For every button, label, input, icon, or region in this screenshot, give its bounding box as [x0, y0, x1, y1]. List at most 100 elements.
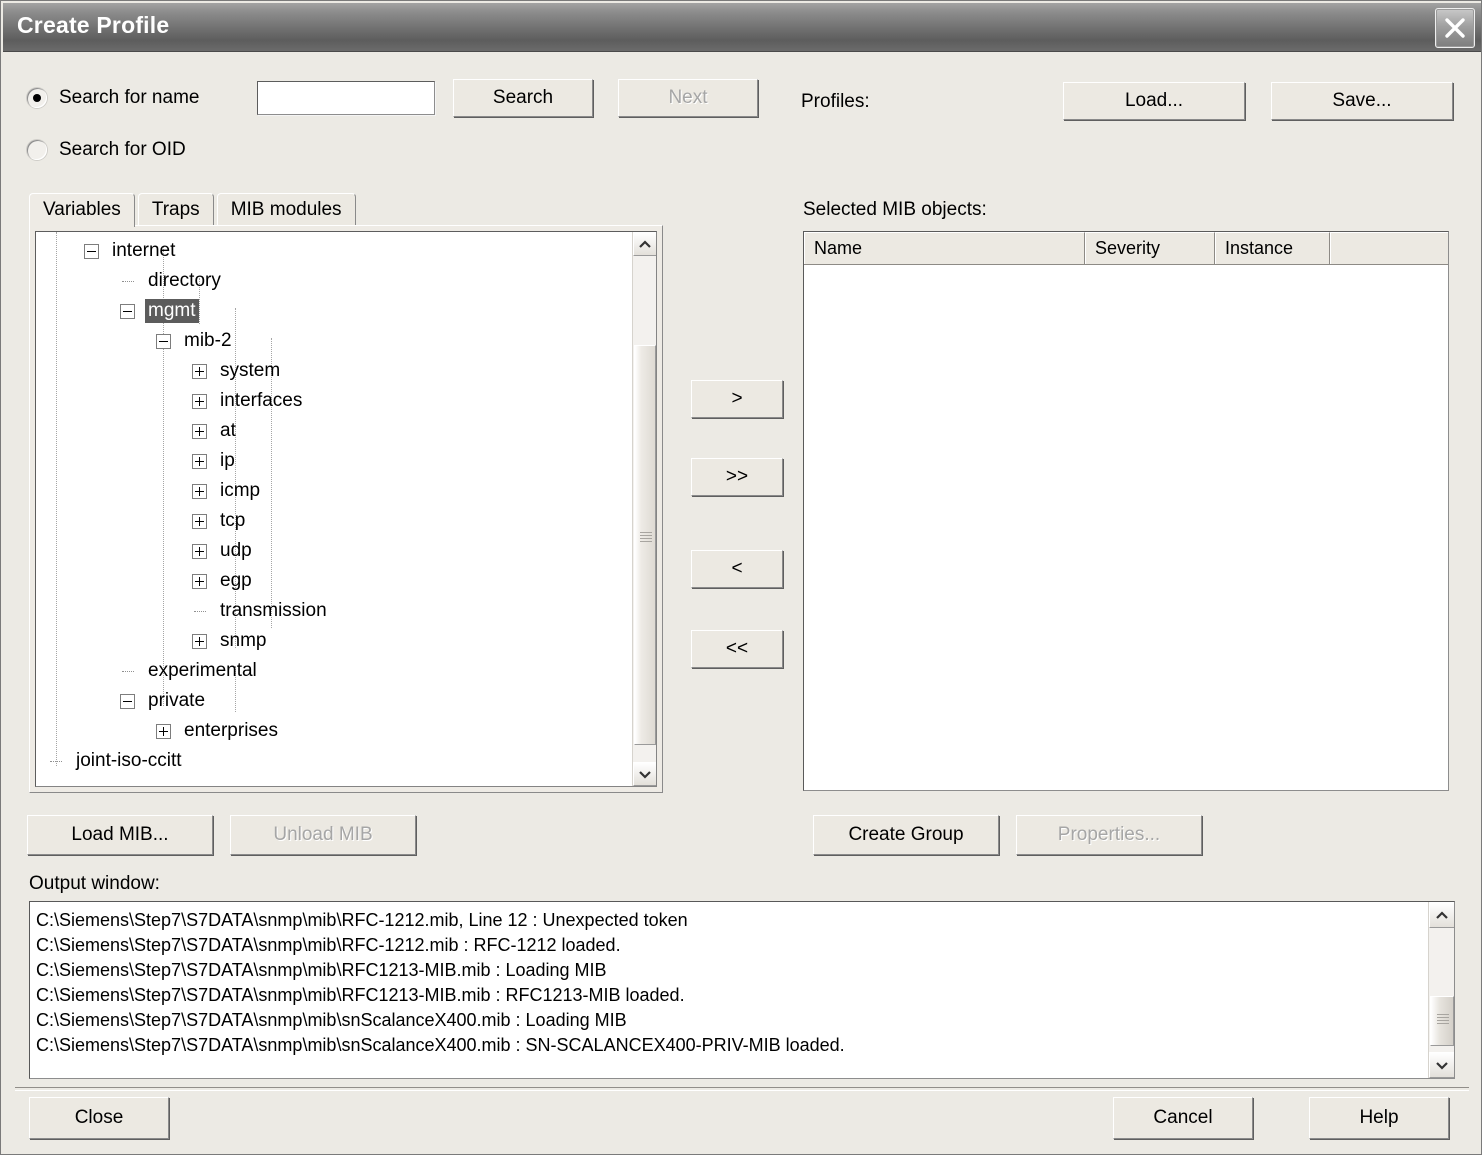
tree-node-label: system	[220, 360, 281, 381]
mib-tree-scrollbar[interactable]	[632, 232, 656, 786]
column-header-severity[interactable]: Severity	[1085, 232, 1215, 264]
mib-tree[interactable]: internet directory mgmt mib-2 system interfac…	[35, 231, 657, 787]
search-for-oid-radio-row[interactable]: Search for OID	[27, 139, 186, 161]
tree-guide-line	[56, 232, 57, 766]
tree-node[interactable]: udp	[192, 536, 255, 566]
tree-expand-icon[interactable]	[192, 393, 207, 409]
selected-mib-objects-list[interactable]: Name Severity Instance	[803, 231, 1449, 791]
tab-variables[interactable]: Variables	[29, 193, 135, 227]
output-scroll-down-button[interactable]	[1429, 1052, 1454, 1078]
output-window[interactable]: C:\Siemens\Step7\S7DATA\snmp\mib\RFC-121…	[29, 901, 1455, 1079]
move-one-right-button[interactable]: >	[691, 380, 783, 418]
create-group-button[interactable]: Create Group	[813, 815, 999, 855]
profiles-label: Profiles:	[801, 91, 870, 112]
cancel-button[interactable]: Cancel	[1113, 1097, 1253, 1139]
scroll-down-button[interactable]	[633, 762, 656, 786]
tree-node[interactable]: experimental	[120, 656, 260, 686]
chevron-down-icon	[639, 770, 651, 779]
output-scrollbar-grip	[1437, 1014, 1449, 1026]
tree-node[interactable]: transmission	[192, 596, 330, 626]
search-for-name-label: Search for name	[59, 87, 200, 108]
tree-node[interactable]: mgmt	[120, 296, 199, 326]
move-all-right-button[interactable]: >>	[691, 458, 783, 496]
properties-button[interactable]: Properties...	[1016, 815, 1202, 855]
column-header-name[interactable]: Name	[804, 232, 1085, 264]
tree-leaf-connector-icon	[48, 754, 63, 769]
output-scroll-up-button[interactable]	[1429, 902, 1454, 928]
load-mib-button[interactable]: Load MIB...	[27, 815, 213, 855]
tree-node[interactable]: interfaces	[192, 386, 305, 416]
search-input-wrapper[interactable]	[257, 81, 435, 115]
tree-expand-icon[interactable]	[192, 423, 207, 439]
tree-node-label: internet	[112, 240, 176, 261]
tree-expand-icon[interactable]	[192, 453, 207, 469]
search-for-oid-radio[interactable]	[27, 140, 47, 160]
tree-node-label: udp	[220, 540, 252, 561]
tree-collapse-icon[interactable]	[84, 243, 99, 259]
output-line: C:\Siemens\Step7\S7DATA\snmp\mib\RFC1213…	[36, 960, 607, 980]
output-line: C:\Siemens\Step7\S7DATA\snmp\mib\snScala…	[36, 1035, 845, 1055]
save-profile-button[interactable]: Save...	[1271, 82, 1453, 120]
tab-traps[interactable]: Traps	[137, 193, 214, 225]
tree-node[interactable]: at	[192, 416, 239, 446]
close-button[interactable]: Close	[29, 1097, 169, 1139]
window-title: Create Profile	[17, 12, 170, 38]
unload-mib-button[interactable]: Unload MIB	[230, 815, 416, 855]
column-header-instance[interactable]: Instance	[1215, 232, 1330, 264]
scrollbar-grip	[640, 532, 652, 544]
tree-node-label: experimental	[148, 660, 257, 681]
move-one-left-button[interactable]: <	[691, 550, 783, 588]
chevron-down-icon	[1436, 1061, 1448, 1070]
tree-node[interactable]: private	[120, 686, 208, 716]
column-header-blank[interactable]	[1330, 232, 1448, 264]
mib-tree-panel: internet directory mgmt mib-2 system interfac…	[29, 225, 663, 793]
close-icon	[1445, 18, 1465, 38]
tab-mib-modules[interactable]: MIB modules	[216, 193, 356, 225]
output-scrollbar[interactable]	[1428, 902, 1454, 1078]
tree-node[interactable]: joint-iso-ccitt	[48, 746, 185, 776]
tree-node[interactable]: egp	[192, 566, 255, 596]
search-for-name-radio-row[interactable]: Search for name	[27, 87, 199, 109]
output-scrollbar-thumb[interactable]	[1430, 996, 1454, 1046]
tree-expand-icon[interactable]	[156, 723, 171, 739]
tree-node[interactable]: icmp	[192, 476, 263, 506]
tree-expand-icon[interactable]	[192, 543, 207, 559]
load-profile-button[interactable]: Load...	[1063, 82, 1245, 120]
scroll-up-button[interactable]	[633, 232, 656, 256]
search-button[interactable]: Search	[453, 79, 593, 117]
tree-collapse-icon[interactable]	[156, 333, 171, 349]
tree-node-label: ip	[220, 450, 235, 471]
tree-node-label: snmp	[220, 630, 267, 651]
tree-expand-icon[interactable]	[192, 633, 207, 649]
tree-node[interactable]: snmp	[192, 626, 269, 656]
help-button[interactable]: Help	[1309, 1097, 1449, 1139]
tab-strip: Variables Traps MIB modules	[29, 193, 359, 227]
tree-node-label: enterprises	[184, 720, 278, 741]
tree-expand-icon[interactable]	[192, 363, 207, 379]
tree-node[interactable]: tcp	[192, 506, 248, 536]
tree-node-label: private	[148, 690, 206, 711]
tree-node[interactable]: enterprises	[156, 716, 281, 746]
close-window-button[interactable]	[1435, 8, 1475, 48]
move-all-left-button[interactable]: <<	[691, 630, 783, 668]
tree-node[interactable]: internet	[84, 236, 178, 266]
tree-node-label: mib-2	[184, 330, 232, 351]
search-input[interactable]	[258, 82, 434, 114]
search-for-name-radio[interactable]	[27, 88, 47, 108]
output-line: C:\Siemens\Step7\S7DATA\snmp\mib\RFC-121…	[36, 910, 688, 930]
tree-collapse-icon[interactable]	[120, 303, 135, 319]
search-for-oid-label: Search for OID	[59, 139, 186, 160]
tree-node-label: joint-iso-ccitt	[76, 750, 182, 771]
tree-node[interactable]: directory	[120, 266, 224, 296]
tree-node[interactable]: system	[192, 356, 283, 386]
tree-node[interactable]: ip	[192, 446, 238, 476]
next-button[interactable]: Next	[618, 79, 758, 117]
tree-expand-icon[interactable]	[192, 483, 207, 499]
tree-expand-icon[interactable]	[192, 513, 207, 529]
tree-leaf-connector-icon	[120, 664, 135, 679]
tree-collapse-icon[interactable]	[120, 693, 135, 709]
tree-expand-icon[interactable]	[192, 573, 207, 589]
scrollbar-thumb[interactable]	[634, 345, 656, 745]
tree-node-label: interfaces	[220, 390, 303, 411]
tree-node[interactable]: mib-2	[156, 326, 235, 356]
